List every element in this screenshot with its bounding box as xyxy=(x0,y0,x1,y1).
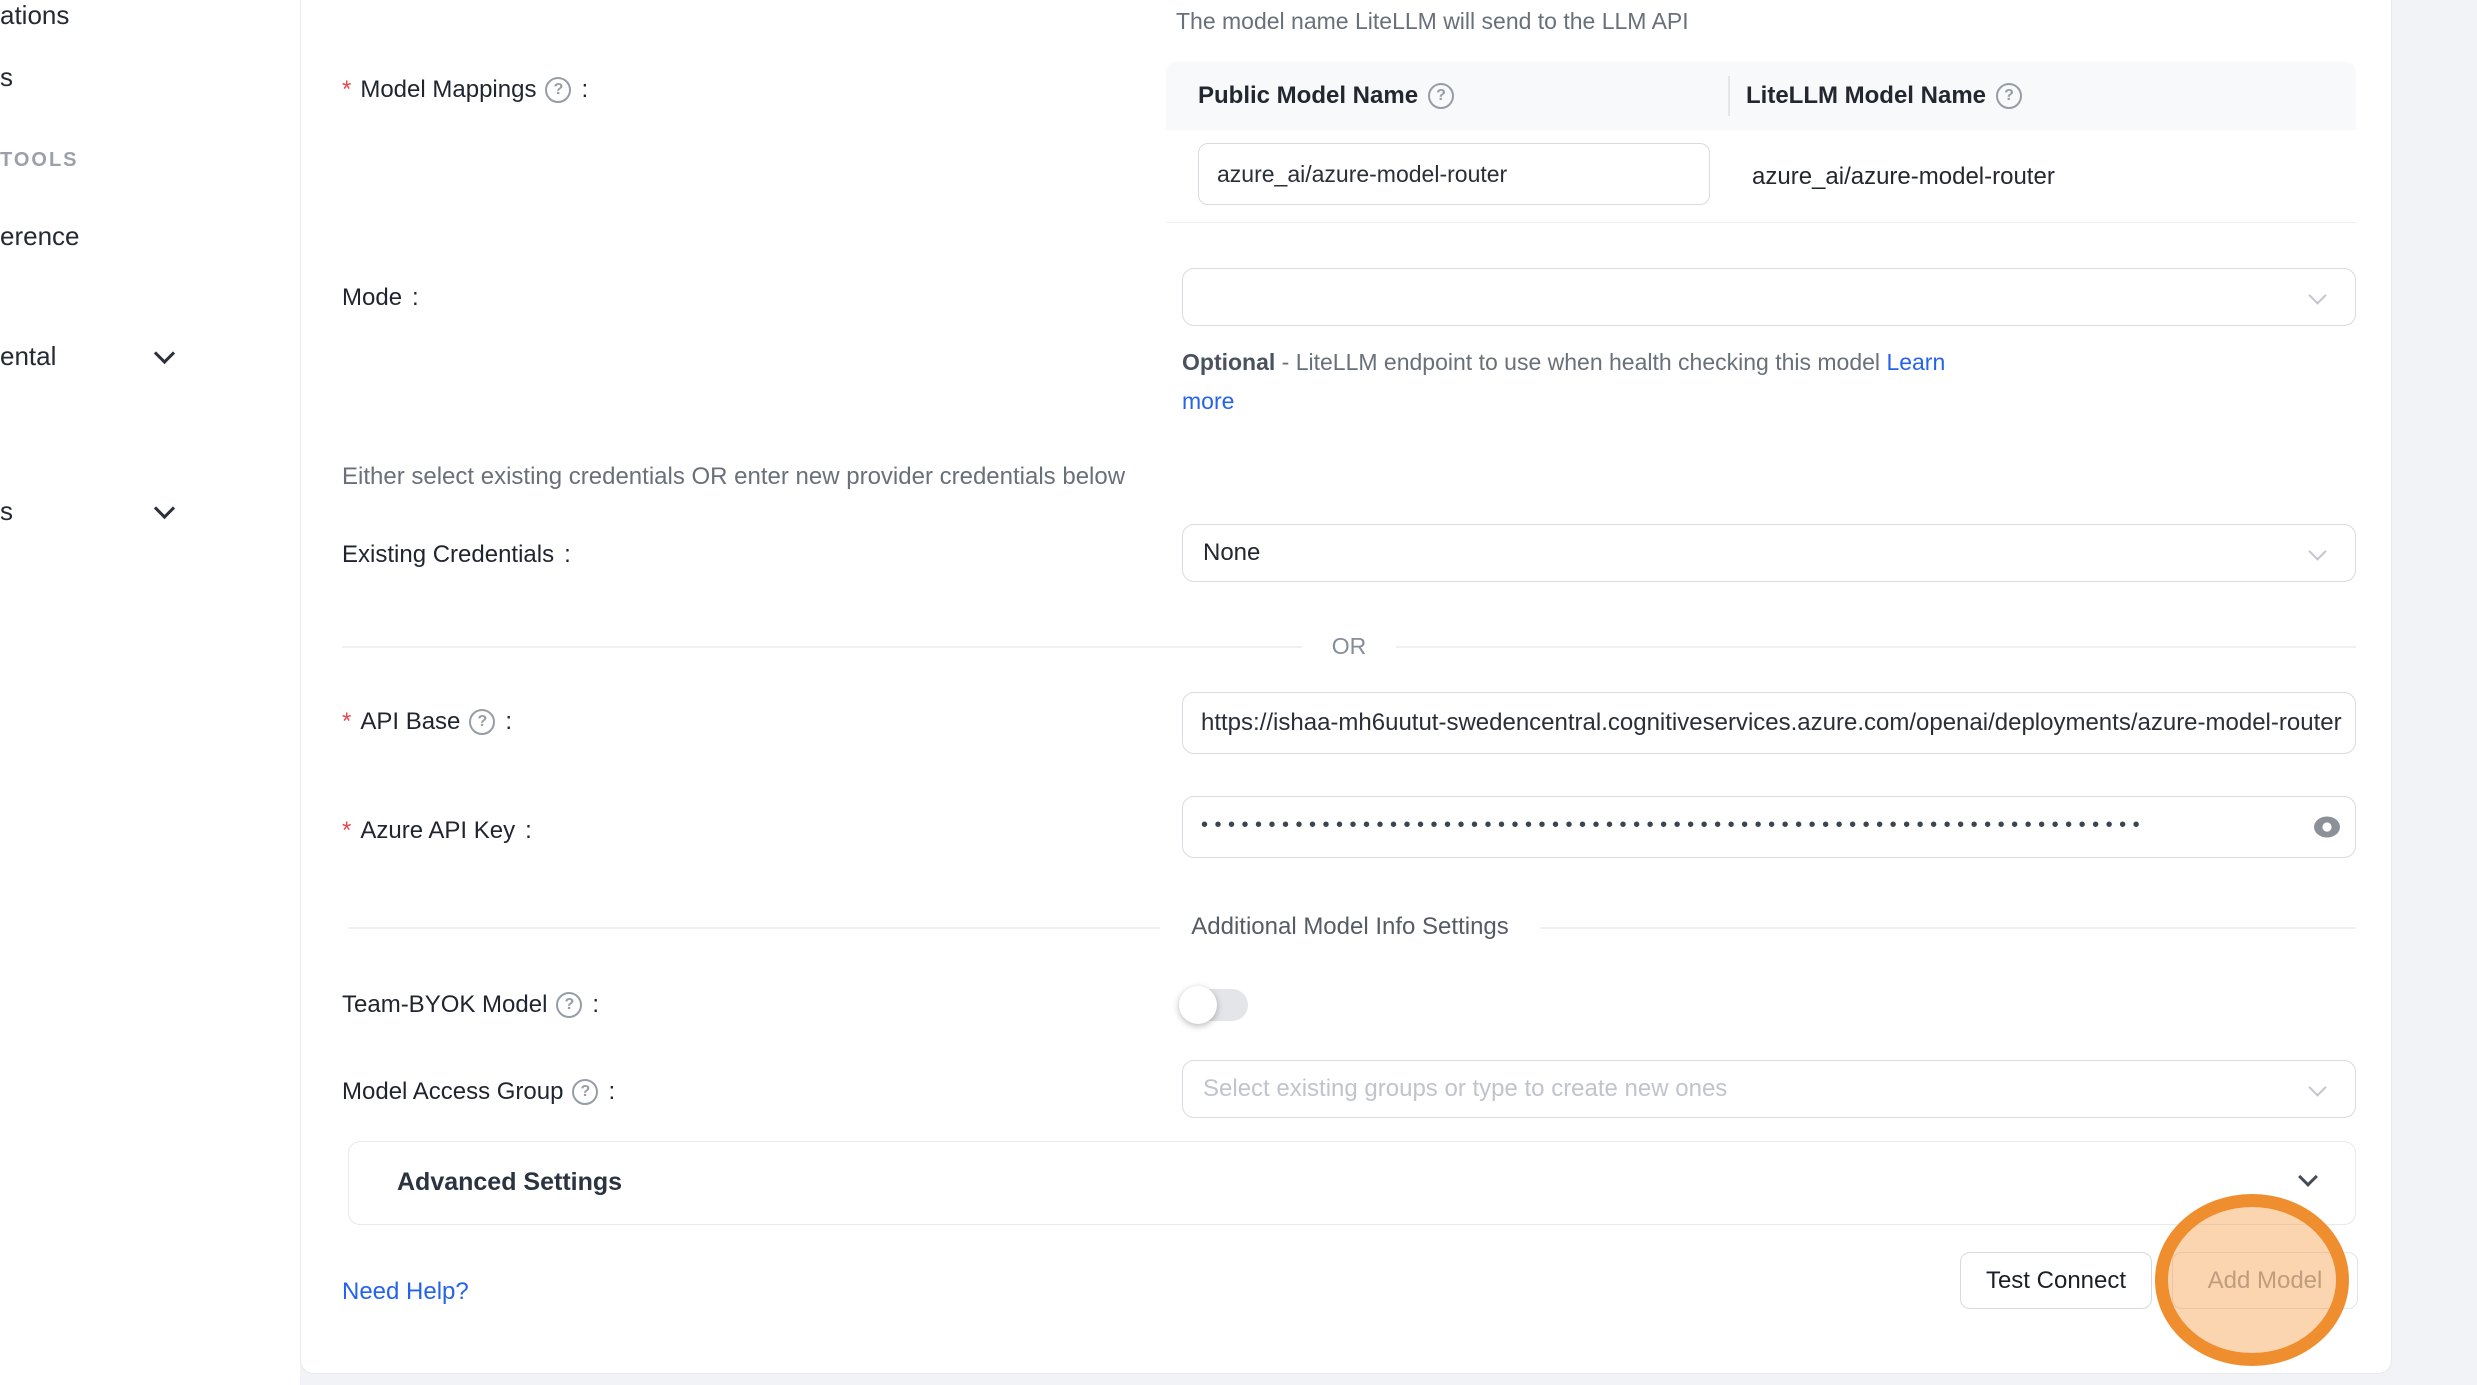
column-header-litellm-model-name: LiteLLM Model Name ? xyxy=(1746,62,2022,130)
required-marker: * xyxy=(342,76,351,104)
existing-credentials-select[interactable]: None xyxy=(1182,524,2356,582)
sidebar-item-label: ations xyxy=(0,0,69,30)
help-icon[interactable]: ? xyxy=(1996,83,2022,109)
masked-api-key: ••••••••••••••••••••••••••••••••••••••••… xyxy=(1201,814,2281,837)
or-divider-line xyxy=(1396,646,2356,648)
sidebar-item-settings[interactable]: s xyxy=(0,496,13,527)
model-name-hint: The model name LiteLLM will send to the … xyxy=(1176,8,1689,35)
mode-label: Mode: xyxy=(342,283,419,313)
model-mappings-table: Public Model Name ? LiteLLM Model Name ?… xyxy=(1166,62,2356,223)
add-model-page: ations s TOOLS erence ental s The model … xyxy=(0,0,2477,1385)
chevron-down-icon[interactable] xyxy=(154,498,175,519)
need-help-link[interactable]: Need Help? xyxy=(342,1278,469,1306)
model-mappings-label: * Model Mappings ? : xyxy=(342,75,588,105)
sidebar-section-tools: TOOLS xyxy=(0,149,79,172)
existing-credentials-label: Existing Credentials: xyxy=(342,540,571,570)
azure-api-key-field[interactable]: ••••••••••••••••••••••••••••••••••••••••… xyxy=(1182,796,2356,858)
sidebar-item-models[interactable]: s xyxy=(0,62,13,93)
mode-hint-line1: Optional - LiteLLM endpoint to use when … xyxy=(1182,349,1945,376)
api-base-input[interactable] xyxy=(1183,693,2355,753)
sidebar: ations s TOOLS erence ental s xyxy=(0,0,300,1385)
azure-api-key-label: * Azure API Key : xyxy=(342,816,532,846)
info-divider-line xyxy=(1540,927,2356,929)
public-model-name-input[interactable] xyxy=(1198,143,1710,205)
sidebar-item-experimental[interactable]: ental xyxy=(0,341,56,372)
or-divider-label: OR xyxy=(1302,633,1396,660)
litellm-model-name-value: azure_ai/azure-model-router xyxy=(1752,130,2055,223)
chevron-down-icon xyxy=(2298,1167,2318,1187)
help-icon[interactable]: ? xyxy=(572,1079,598,1105)
sidebar-item-organizations[interactable]: ations xyxy=(0,0,69,31)
credentials-note: Either select existing credentials OR en… xyxy=(342,463,1125,491)
help-icon[interactable]: ? xyxy=(556,992,582,1018)
sidebar-item-label: s xyxy=(0,496,13,526)
sidebar-item-label: ental xyxy=(0,341,56,371)
mode-hint-line2: more xyxy=(1182,388,1234,415)
help-icon[interactable]: ? xyxy=(469,709,495,735)
column-header-public-model-name: Public Model Name ? xyxy=(1198,62,1454,130)
info-divider-label: Additional Model Info Settings xyxy=(1160,913,1540,941)
test-connect-button[interactable]: Test Connect xyxy=(1960,1252,2152,1309)
required-marker: * xyxy=(342,817,351,845)
learn-more-link[interactable]: Learn xyxy=(1886,349,1945,375)
advanced-settings-title: Advanced Settings xyxy=(397,1168,622,1197)
toggle-knob xyxy=(1179,986,1217,1024)
table-row: azure_ai/azure-model-router xyxy=(1166,130,2356,223)
model-access-group-placeholder: Select existing groups or type to create… xyxy=(1183,1061,2355,1117)
info-divider-line xyxy=(348,927,1160,929)
api-base-label: * API Base ? : xyxy=(342,707,512,737)
sidebar-item-inference[interactable]: erence xyxy=(0,221,80,252)
advanced-settings-panel[interactable]: Advanced Settings xyxy=(348,1141,2356,1225)
table-header: Public Model Name ? LiteLLM Model Name ? xyxy=(1166,62,2356,130)
help-icon[interactable]: ? xyxy=(545,77,571,103)
learn-more-link[interactable]: more xyxy=(1182,388,1234,414)
column-divider xyxy=(1728,76,1730,116)
add-model-button[interactable]: Add Model xyxy=(2172,1252,2358,1309)
required-marker: * xyxy=(342,708,351,736)
or-divider-line xyxy=(342,646,1302,648)
mode-select-value xyxy=(1183,269,2355,325)
model-access-group-label: Model Access Group ? : xyxy=(342,1077,615,1107)
mode-select[interactable] xyxy=(1182,268,2356,326)
chevron-down-icon[interactable] xyxy=(154,343,175,364)
sidebar-item-label: s xyxy=(0,62,13,92)
sidebar-item-label: erence xyxy=(0,221,80,251)
existing-credentials-value: None xyxy=(1183,525,2355,581)
eye-icon[interactable] xyxy=(2311,815,2343,839)
api-base-field xyxy=(1182,692,2356,754)
model-access-group-select[interactable]: Select existing groups or type to create… xyxy=(1182,1060,2356,1118)
team-byok-label: Team-BYOK Model ? : xyxy=(342,990,599,1020)
help-icon[interactable]: ? xyxy=(1428,83,1454,109)
team-byok-toggle[interactable] xyxy=(1182,989,1248,1021)
